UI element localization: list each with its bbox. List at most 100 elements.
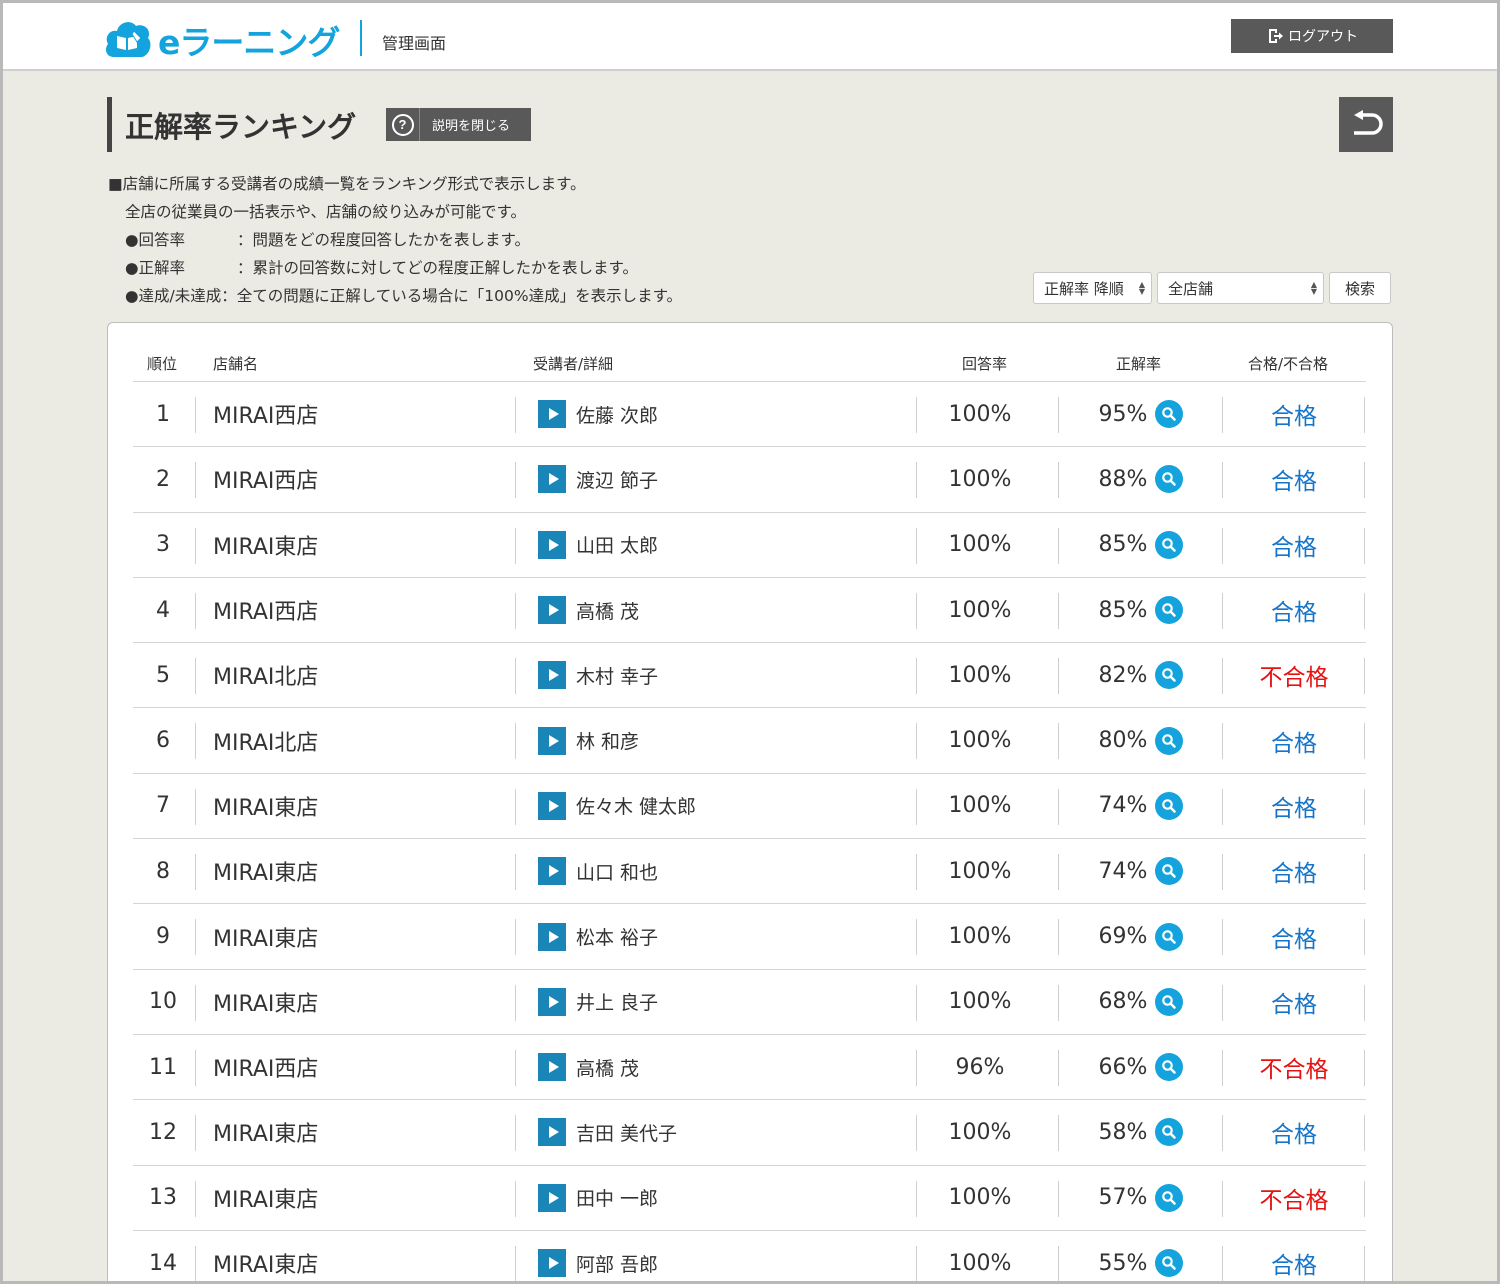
select-arrows-icon: ▲ ▼	[1310, 280, 1317, 296]
search-icon[interactable]	[1155, 1249, 1184, 1277]
rank-cell: 9	[156, 924, 170, 950]
answer-rate-cell: 100%	[948, 924, 1012, 950]
correct-rate-value: 80%	[1098, 728, 1148, 754]
answer-rate-cell: 100%	[948, 401, 1012, 427]
search-icon[interactable]	[1155, 1053, 1184, 1082]
search-icon[interactable]	[1155, 987, 1184, 1016]
search-icon[interactable]	[1155, 726, 1184, 755]
learner-detail-link[interactable]: 吉田 美代子	[538, 1100, 677, 1164]
answer-rate-cell: 100%	[948, 858, 1012, 884]
rank-cell: 13	[149, 1185, 177, 1211]
rank-cell: 14	[149, 1250, 177, 1276]
store-select[interactable]: 全店舗 ▲ ▼	[1157, 272, 1324, 304]
description: ■店舗に所属する受講者の成績一覧をランキング形式で表示します。 全店の従業員の一…	[108, 170, 682, 310]
description-item: ●達成/未達成：全ての問題に正解している場合に「100%達成」を表示します。	[108, 282, 682, 310]
result-cell: 合格	[1271, 795, 1317, 822]
column-divider	[1058, 527, 1059, 564]
column-divider	[195, 527, 196, 564]
search-icon[interactable]	[1155, 922, 1184, 951]
learner-detail-link[interactable]: 田中 一郎	[538, 1166, 658, 1230]
column-divider	[195, 1115, 196, 1152]
return-arrow-icon	[1354, 109, 1383, 135]
close-description-button[interactable]: ? 説明を閉じる	[386, 108, 531, 141]
learner-detail-link[interactable]: 井上 良子	[538, 970, 658, 1034]
table-row: 2 MIRAI西店 渡辺 節子 100% 88% 合格	[133, 447, 1366, 513]
header-learner: 受講者/詳細	[533, 355, 614, 373]
answer-rate-cell: 100%	[948, 1119, 1012, 1145]
learner-detail-link[interactable]: 渡辺 節子	[538, 447, 658, 511]
store-cell: MIRAI東店	[213, 861, 319, 887]
column-divider	[515, 462, 516, 499]
logout-label: ログアウト	[1288, 29, 1358, 45]
table-row: 8 MIRAI東店 山口 和也 100% 74% 合格	[133, 839, 1366, 905]
table-row: 11 MIRAI西店 高橋 茂 96% 66% 不合格	[133, 1035, 1366, 1101]
description-term: ●回答率	[125, 231, 186, 249]
logout-icon	[1269, 29, 1283, 43]
answer-rate-cell: 100%	[948, 728, 1012, 754]
correct-rate-value: 85%	[1098, 532, 1148, 558]
search-icon[interactable]	[1155, 596, 1184, 625]
column-divider	[1364, 462, 1365, 499]
search-icon[interactable]	[1155, 791, 1184, 820]
correct-rate-value: 55%	[1098, 1250, 1148, 1276]
search-icon[interactable]	[1155, 1118, 1184, 1147]
play-icon	[538, 400, 566, 429]
play-icon	[538, 922, 566, 951]
result-cell: 合格	[1271, 600, 1317, 627]
column-divider	[1058, 1115, 1059, 1152]
search-icon[interactable]	[1155, 530, 1184, 559]
search-icon[interactable]	[1155, 465, 1184, 494]
search-icon[interactable]	[1155, 1183, 1184, 1212]
column-divider	[195, 1245, 196, 1282]
learner-name: 阿部 吾郎	[576, 1253, 659, 1276]
store-cell: MIRAI西店	[213, 600, 319, 626]
correct-rate-cell: 85%	[1061, 578, 1221, 642]
header-answer-rate: 回答率	[962, 355, 1008, 373]
play-icon	[538, 1249, 566, 1277]
correct-rate-cell: 74%	[1061, 774, 1221, 838]
learner-name: 山田 太郎	[576, 535, 659, 558]
column-divider	[1058, 397, 1059, 433]
store-cell: MIRAI東店	[213, 991, 319, 1017]
back-button[interactable]	[1339, 97, 1393, 152]
learner-detail-link[interactable]: 松本 裕子	[538, 904, 658, 968]
column-divider	[1058, 658, 1059, 695]
store-cell: MIRAI東店	[213, 1187, 319, 1213]
app-logo[interactable]: eラーニング	[104, 16, 340, 64]
column-divider	[1364, 397, 1365, 433]
correct-rate-value: 69%	[1098, 924, 1148, 950]
learner-detail-link[interactable]: 阿部 吾郎	[538, 1231, 658, 1284]
rank-cell: 10	[149, 989, 177, 1015]
learner-detail-link[interactable]: 山口 和也	[538, 839, 658, 903]
column-divider	[1058, 1180, 1059, 1217]
learner-detail-link[interactable]: 佐藤 次郎	[538, 382, 658, 446]
search-button[interactable]: 検索	[1329, 272, 1391, 304]
learner-detail-link[interactable]: 高橋 茂	[538, 578, 639, 642]
table-row: 4 MIRAI西店 高橋 茂 100% 85% 合格	[133, 578, 1366, 644]
description-line-2: 全店の従業員の一括表示や、店舗の絞り込みが可能です。	[125, 203, 526, 221]
search-icon[interactable]	[1155, 661, 1184, 690]
correct-rate-cell: 57%	[1061, 1166, 1221, 1230]
result-cell: 不合格	[1259, 1057, 1329, 1084]
store-cell: MIRAI北店	[213, 730, 319, 756]
column-divider	[1058, 788, 1059, 825]
result-cell: 合格	[1271, 861, 1317, 888]
ranking-rows: 1 MIRAI西店 佐藤 次郎 100% 95% 合格 2 MIRAI西店 渡辺 節子 100% 8…	[133, 382, 1366, 1284]
learner-detail-link[interactable]: 林 和彦	[538, 708, 639, 772]
learner-name: 吉田 美代子	[576, 1122, 678, 1145]
answer-rate-cell: 100%	[948, 989, 1012, 1015]
cloud-book-icon	[106, 22, 151, 57]
description-text: ：全ての問題に正解している場合に「100%達成」を表示します。	[221, 287, 683, 305]
search-icon[interactable]	[1155, 400, 1184, 429]
learner-detail-link[interactable]: 高橋 茂	[538, 1035, 639, 1099]
learner-detail-link[interactable]: 木村 幸子	[538, 643, 658, 707]
rank-cell: 6	[156, 728, 170, 754]
learner-detail-link[interactable]: 佐々木 健太郎	[538, 774, 696, 838]
logout-button[interactable]: ログアウト	[1231, 19, 1393, 53]
search-icon[interactable]	[1155, 857, 1184, 886]
close-description-label: 説明を閉じる	[432, 118, 511, 133]
table-row: 3 MIRAI東店 山田 太郎 100% 85% 合格	[133, 513, 1366, 578]
learner-detail-link[interactable]: 山田 太郎	[538, 513, 658, 577]
sort-select[interactable]: 正解率 降順 ▲ ▼	[1033, 272, 1152, 304]
column-divider	[195, 854, 196, 891]
